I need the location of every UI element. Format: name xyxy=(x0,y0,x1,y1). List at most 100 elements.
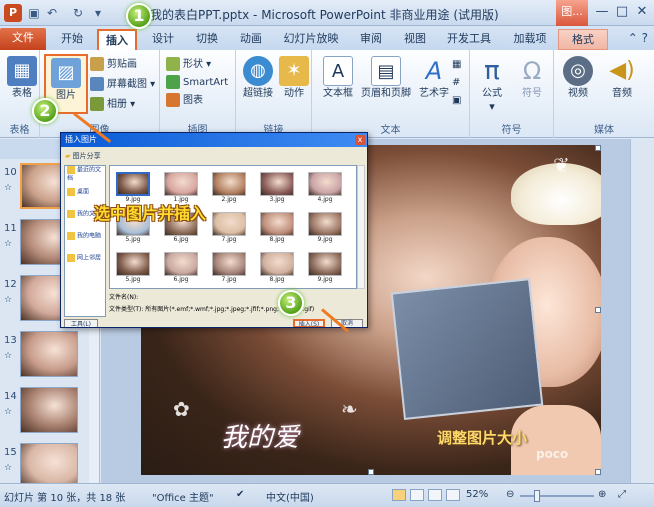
fit-to-window-icon[interactable]: ⤢ xyxy=(618,489,626,500)
zoom-level[interactable]: 52% xyxy=(466,489,488,500)
tab-design[interactable]: 设计 xyxy=(146,29,180,50)
audio-button[interactable]: ◀) 音频 xyxy=(600,54,644,114)
tab-file[interactable]: 文件 xyxy=(0,28,46,50)
omega-icon: Ω xyxy=(522,57,542,85)
powerpoint-logo-icon[interactable]: P xyxy=(4,4,22,22)
header-footer-button[interactable]: ▤ 页眉和页脚 xyxy=(360,54,412,114)
redo-icon[interactable]: ↻ xyxy=(70,5,86,21)
dialog-file-item[interactable]: 9.jpg xyxy=(306,212,344,246)
pi-icon: π xyxy=(484,56,500,86)
screenshot-icon xyxy=(90,77,104,91)
save-icon[interactable]: ▣ xyxy=(26,5,42,21)
zoom-out-icon[interactable]: ⊖ xyxy=(506,489,514,500)
tab-animations[interactable]: 动画 xyxy=(234,29,268,50)
dialog-file-item[interactable]: 6.jpg xyxy=(162,252,200,286)
resize-handle[interactable] xyxy=(595,145,601,151)
symbol-button[interactable]: Ω 符号 xyxy=(510,54,554,114)
dialog-close-button[interactable]: x xyxy=(355,135,365,145)
maximize-button[interactable]: □ xyxy=(612,3,632,21)
normal-view-icon[interactable] xyxy=(392,489,406,501)
dialog-file-item[interactable]: 7.jpg xyxy=(210,212,248,246)
quick-access-dropdown-icon[interactable]: ▾ xyxy=(90,5,106,21)
chart-button[interactable]: 图表 xyxy=(166,92,203,110)
tab-developer[interactable]: 开发工具 xyxy=(444,29,494,50)
tab-insert[interactable]: 插入 xyxy=(97,29,137,50)
dialog-file-item[interactable]: 7.jpg xyxy=(210,252,248,286)
shapes-button[interactable]: 形状 ▾ xyxy=(166,56,211,74)
chart-icon xyxy=(166,93,180,107)
step-2-badge: 2 xyxy=(32,98,58,124)
dialog-file-item[interactable]: 9.jpg xyxy=(306,252,344,286)
reading-view-icon[interactable] xyxy=(428,489,442,501)
dialog-insert-button[interactable]: 插入(S) xyxy=(293,319,325,327)
resize-handle[interactable] xyxy=(595,469,601,475)
dialog-place-item[interactable]: 网上邻居 xyxy=(65,254,105,276)
zoom-slider[interactable] xyxy=(520,495,594,497)
album-button[interactable]: 相册 ▾ xyxy=(90,96,135,114)
resize-handle[interactable] xyxy=(595,307,601,313)
undo-icon[interactable]: ↶ xyxy=(44,5,60,21)
file-thumbnail xyxy=(308,212,342,236)
smartart-button[interactable]: SmartArt xyxy=(166,74,228,92)
dialog-place-item[interactable]: 我的电脑 xyxy=(65,232,105,254)
spellcheck-icon[interactable]: ✔ xyxy=(236,489,244,500)
dialog-tools-button[interactable]: 工具(L) xyxy=(64,319,98,327)
action-button[interactable]: ✶ 动作 xyxy=(272,54,316,114)
tab-review[interactable]: 审阅 xyxy=(354,29,388,50)
tab-transitions[interactable]: 切换 xyxy=(190,29,224,50)
dialog-place-item[interactable]: 最近的文档 xyxy=(65,166,105,188)
clipart-icon xyxy=(90,57,104,71)
file-thumbnail xyxy=(212,252,246,276)
tab-format[interactable]: 格式 xyxy=(558,29,608,50)
video-button[interactable]: ◎ 视频 xyxy=(556,54,600,114)
dialog-file-item[interactable]: 8.jpg xyxy=(258,212,296,246)
dialog-address-bar[interactable]: ▰ 图片分享 xyxy=(65,150,365,162)
filename-field[interactable]: 文件名(N): xyxy=(109,293,359,303)
zoom-in-icon[interactable]: ⊕ xyxy=(598,489,606,500)
file-thumbnail xyxy=(308,252,342,276)
slide-transition-icon: ☆ xyxy=(4,407,13,417)
title-bar: P ▣ ↶ ↻ ▾ 我的表白PPT.pptx - Microsoft Power… xyxy=(0,0,654,26)
dialog-file-scrollbar[interactable] xyxy=(357,165,365,289)
editor-scrollbar[interactable] xyxy=(630,139,654,483)
zoom-slider-thumb[interactable] xyxy=(534,490,540,502)
dialog-file-item[interactable]: 2.jpg xyxy=(210,172,248,206)
dialog-file-item[interactable]: 8.jpg xyxy=(258,252,296,286)
dialog-file-item[interactable]: 5.jpg xyxy=(114,252,152,286)
resize-handle[interactable] xyxy=(368,469,374,475)
slide-thumbnail[interactable]: 13 ☆ xyxy=(0,331,96,385)
tab-view[interactable]: 视图 xyxy=(398,29,432,50)
tab-slideshow[interactable]: 幻灯片放映 xyxy=(280,29,342,50)
smartart-icon xyxy=(166,75,180,89)
screenshot-button[interactable]: 屏幕截图 ▾ xyxy=(90,76,155,94)
date-time-icon[interactable]: ▦ xyxy=(452,56,466,74)
close-button[interactable]: ✕ xyxy=(632,3,652,21)
help-icon[interactable]: ⌃ ? xyxy=(628,31,648,45)
slide-transition-icon: ☆ xyxy=(4,463,13,473)
slide-number: 14 xyxy=(4,391,17,402)
file-name: 7.jpg xyxy=(221,276,237,283)
slide-thumbnail[interactable]: 15 ☆ xyxy=(0,443,96,483)
place-icon xyxy=(67,232,75,240)
language-indicator[interactable]: 中文(中国) xyxy=(266,489,314,504)
tab-addins[interactable]: 加载项 xyxy=(508,29,552,50)
file-name: 9.jpg xyxy=(317,276,333,283)
wordart-button[interactable]: A 艺术字 xyxy=(412,54,456,114)
place-icon xyxy=(67,254,75,262)
slide-thumbnail[interactable]: 14 ☆ xyxy=(0,387,96,441)
theme-name[interactable]: "Office 主题" xyxy=(152,489,214,504)
slide-number: 12 xyxy=(4,279,17,290)
place-icon xyxy=(67,210,75,218)
dialog-file-item[interactable]: 3.jpg xyxy=(258,172,296,206)
object-icon[interactable]: ▣ xyxy=(452,92,466,110)
minimize-button[interactable]: — xyxy=(592,3,612,21)
slide-number-icon[interactable]: # xyxy=(452,74,466,92)
clipart-button[interactable]: 剪贴画 xyxy=(90,56,137,74)
equation-button[interactable]: π 公式 ▾ xyxy=(470,54,514,114)
textbox-button[interactable]: A 文本框 xyxy=(316,54,360,114)
slide-transition-icon: ☆ xyxy=(4,351,13,361)
dialog-file-item[interactable]: 4.jpg xyxy=(306,172,344,206)
slideshow-view-icon[interactable] xyxy=(446,489,460,501)
slide-sorter-view-icon[interactable] xyxy=(410,489,424,501)
tab-home[interactable]: 开始 xyxy=(54,29,90,50)
